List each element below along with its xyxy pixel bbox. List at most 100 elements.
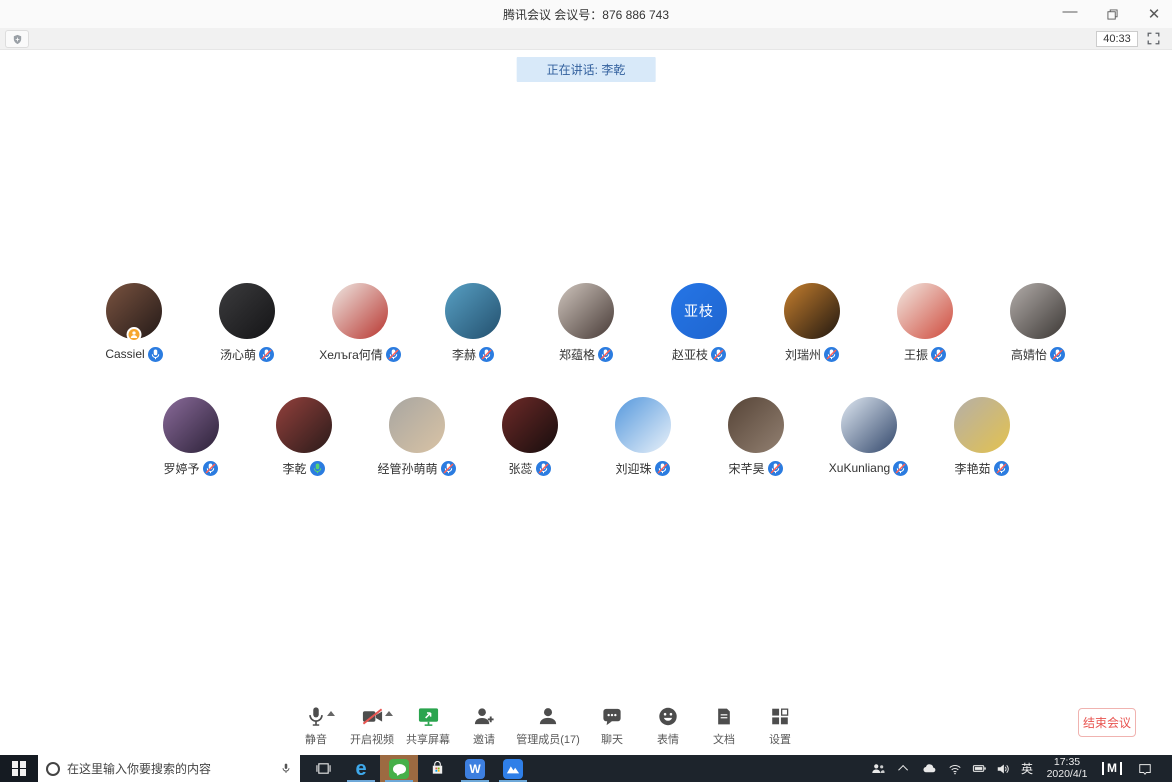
edge-taskbar-button[interactable]: e	[342, 755, 380, 782]
mic-muted-icon	[931, 346, 946, 362]
meeting-toolbar: 静音 开启视频 共享屏幕 邀请 管理成员(17) 聊天 表情 文档 设置	[288, 702, 808, 747]
mic-muted-icon	[440, 460, 456, 476]
tray-overflow-button[interactable]	[893, 755, 915, 782]
close-button[interactable]: ✕	[1144, 4, 1164, 24]
speaking-banner: 正在讲话: 李乾	[516, 57, 656, 82]
meeting-app-icon	[503, 758, 523, 779]
ime-indicator[interactable]: 英	[1015, 755, 1039, 782]
end-meeting-button[interactable]: 结束会议	[1078, 708, 1136, 737]
people-icon	[872, 763, 885, 773]
host-badge	[126, 327, 142, 342]
members-icon	[539, 708, 557, 725]
toolbar-settings[interactable]: 设置	[752, 702, 808, 747]
wechat-icon	[389, 758, 409, 779]
meeting-app-taskbar-button[interactable]	[494, 755, 532, 782]
people-tray-button[interactable]	[865, 755, 891, 782]
avatar	[614, 397, 671, 453]
battery-icon	[972, 765, 986, 772]
avatar	[275, 397, 332, 453]
toolbar-start-video[interactable]: 开启视频	[344, 702, 400, 747]
wechat-taskbar-button[interactable]	[380, 755, 418, 782]
toolbar-mute[interactable]: 静音	[288, 702, 344, 747]
emoji-icon	[659, 707, 677, 726]
cortana-icon	[46, 761, 60, 776]
task-view-icon	[315, 763, 331, 774]
speaker-icon	[997, 763, 1009, 774]
participant-luotingyu[interactable]: 罗婷予	[134, 397, 247, 476]
participant-zhengyunge[interactable]: 郑蕴格	[530, 283, 643, 362]
apps-grid-icon	[772, 708, 789, 725]
meeting-tray-button[interactable]: M	[1098, 755, 1126, 782]
participants-row-2: 罗婷予 李乾 经管孙萌萌 张蕊 刘迎珠 宋芊昊 XuKunliang 李艳茹	[0, 397, 1172, 476]
restore-button[interactable]	[1102, 4, 1122, 24]
toolbar-emoji[interactable]: 表情	[640, 702, 696, 747]
participant-wangzhen[interactable]: 王振	[869, 283, 982, 362]
search-mic-icon[interactable]	[280, 761, 292, 776]
toolbar-share-screen[interactable]: 共享屏幕	[400, 702, 456, 747]
shield-icon	[13, 34, 21, 44]
participant-name: 罗婷予	[163, 461, 200, 476]
participant-gaojingyi[interactable]: 高婧怡	[982, 283, 1095, 362]
start-button[interactable]	[0, 755, 38, 782]
volume-tray-button[interactable]	[991, 755, 1015, 782]
toolbar-chat[interactable]: 聊天	[584, 702, 640, 747]
avatar	[953, 397, 1010, 453]
microsoft-store-icon	[432, 761, 442, 774]
participant-liuruizhou[interactable]: 刘瑞州	[756, 283, 869, 362]
participant-name: 汤心萌	[219, 347, 256, 362]
store-taskbar-button[interactable]	[418, 755, 456, 782]
action-center-button[interactable]	[1132, 755, 1158, 782]
mic-speaking-icon	[309, 460, 325, 476]
participant-liuyingzhu[interactable]: 刘迎珠	[586, 397, 699, 476]
avatar: 亚枝	[671, 283, 727, 339]
edge-icon: e	[355, 757, 367, 780]
participant-name: 宋芊昊	[728, 461, 765, 476]
avatar	[840, 397, 897, 453]
toolbar-label: 聊天	[601, 734, 623, 746]
participant-sunmengmeng[interactable]: 经管孙萌萌	[360, 397, 473, 476]
participants-row-1: Cassiel 汤心萌 Хелъга何倩 李赫 郑蕴格 亚枝 赵亚枝 刘瑞州 王…	[0, 283, 1172, 362]
task-view-button[interactable]	[304, 755, 342, 782]
clock[interactable]: 17:35 2020/4/1	[1040, 755, 1094, 782]
onedrive-tray-button[interactable]	[917, 755, 941, 782]
participant-name: 高婧怡	[1010, 347, 1047, 362]
participant-xukunliang[interactable]: XuKunliang	[812, 397, 925, 476]
tencent-meeting-window: 腾讯会议 会议号：876 886 743 — ✕ 40:33 正在讲话: 李乾	[0, 0, 1172, 782]
action-center-icon	[1139, 763, 1151, 775]
participant-zhangrui[interactable]: 张蕊	[473, 397, 586, 476]
toolbar-docs[interactable]: 文档	[696, 702, 752, 747]
mic-muted-icon	[893, 460, 909, 476]
security-shield-button[interactable]	[5, 30, 29, 48]
network-tray-button[interactable]	[943, 755, 967, 782]
fullscreen-button[interactable]	[1147, 32, 1160, 50]
participant-liqian[interactable]: 李乾	[247, 397, 360, 476]
taskbar-search-input[interactable]: 在这里输入你要搜索的内容	[38, 755, 300, 782]
video-options-caret-icon[interactable]	[384, 711, 393, 716]
mic-muted-icon	[993, 460, 1009, 476]
minimize-button[interactable]: —	[1060, 3, 1080, 24]
participant-name: 李赫	[451, 347, 476, 362]
participant-cassiel[interactable]: Cassiel	[78, 283, 191, 362]
chevron-up-icon	[897, 764, 908, 775]
wps-taskbar-button[interactable]: W	[456, 755, 494, 782]
toolbar-invite[interactable]: 邀请	[456, 702, 512, 747]
avatar	[1010, 283, 1066, 339]
battery-tray-button[interactable]	[967, 755, 991, 782]
toolbar-manage-members[interactable]: 管理成员(17)	[512, 702, 584, 747]
mic-muted-icon	[479, 346, 494, 362]
mic-muted-icon	[385, 346, 401, 362]
participant-liyanru[interactable]: 李艳茹	[925, 397, 1038, 476]
mic-options-caret-icon[interactable]	[327, 711, 335, 716]
chat-icon	[603, 708, 621, 726]
participant-helga[interactable]: Хелъга何倩	[304, 283, 417, 362]
participant-lihe[interactable]: 李赫	[417, 283, 530, 362]
windows-taskbar: 在这里输入你要搜索的内容 e W 英 17:35 2020/4/1 M	[0, 755, 1172, 782]
participant-zhaoyazhi[interactable]: 亚枝 赵亚枝	[643, 283, 756, 362]
avatar	[897, 283, 953, 339]
title-bar: 腾讯会议 会议号：876 886 743 — ✕	[0, 0, 1172, 28]
participant-tangxinmeng[interactable]: 汤心萌	[191, 283, 304, 362]
meeting-timer: 40:33	[1096, 31, 1138, 47]
participant-songqianhao[interactable]: 宋芊昊	[699, 397, 812, 476]
mic-muted-icon	[598, 346, 613, 362]
participant-name: 刘迎珠	[615, 461, 652, 476]
